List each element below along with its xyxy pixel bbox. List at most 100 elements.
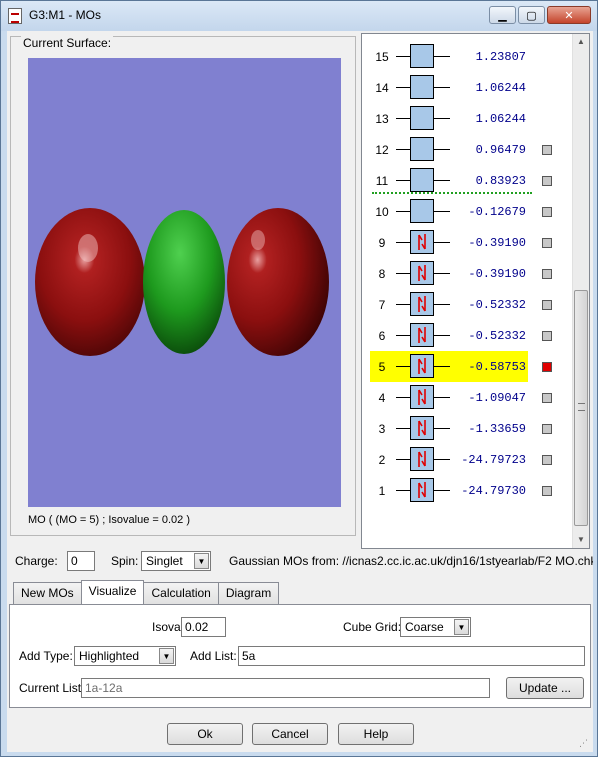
mo-energy-list[interactable]: 15 1.23807 14 1.06244 13 1.06244 12 0.96479 11 0.… bbox=[361, 33, 590, 549]
visualize-panel: Isovalue: 0.02 Cube Grid: Coarse ▼ Add T… bbox=[9, 604, 591, 708]
scroll-up-icon[interactable]: ▲ bbox=[573, 34, 589, 50]
app-icon bbox=[8, 8, 22, 24]
add-type-label: Add Type: bbox=[19, 649, 73, 663]
virtual-orbital-box[interactable] bbox=[410, 137, 434, 161]
mo-energy: -1.09047 bbox=[468, 391, 526, 405]
mo-row[interactable]: 1 -24.79730 bbox=[362, 475, 574, 506]
mo-row[interactable]: 4 -1.09047 bbox=[362, 382, 574, 413]
virtual-orbital-box[interactable] bbox=[410, 75, 434, 99]
mo-row[interactable]: 6 -0.52332 bbox=[362, 320, 574, 351]
mo-row[interactable]: 10 -0.12679 bbox=[362, 196, 574, 227]
isovalue-input[interactable]: 0.02 bbox=[181, 617, 226, 637]
minimize-button[interactable]: ▁ bbox=[489, 6, 516, 24]
mo-row[interactable]: 8 -0.39190 bbox=[362, 258, 574, 289]
tab-visualize[interactable]: Visualize bbox=[80, 580, 145, 604]
level-line bbox=[396, 459, 410, 460]
tab-new-mos[interactable]: New MOs bbox=[13, 582, 82, 604]
mo-select-checkbox[interactable] bbox=[542, 362, 552, 372]
mo-index: 9 bbox=[378, 236, 386, 250]
surface-caption: MO ( (MO = 5) ; Isovalue = 0.02 ) bbox=[28, 514, 190, 526]
cube-grid-value: Coarse bbox=[405, 620, 444, 634]
level-line bbox=[396, 428, 410, 429]
virtual-orbital-box[interactable] bbox=[410, 106, 434, 130]
mo-select-checkbox[interactable] bbox=[542, 486, 552, 496]
mo-energy: 0.83923 bbox=[475, 174, 526, 188]
occupied-orbital-box[interactable] bbox=[410, 292, 434, 316]
resize-grip-icon[interactable]: ⋰ bbox=[579, 738, 589, 748]
mo-select-checkbox[interactable] bbox=[542, 300, 552, 310]
mo-select-checkbox[interactable] bbox=[542, 424, 552, 434]
tab-calculation[interactable]: Calculation bbox=[143, 582, 219, 604]
level-line bbox=[434, 335, 450, 336]
window-controls: ▁ ▢ ✕ bbox=[489, 6, 591, 24]
mo-select-checkbox[interactable] bbox=[542, 176, 552, 186]
occupied-orbital-box[interactable] bbox=[410, 385, 434, 409]
mo-row[interactable]: 15 1.23807 bbox=[362, 41, 574, 72]
mo-row[interactable]: 5 -0.58753 bbox=[370, 351, 552, 382]
center-lobe bbox=[143, 210, 225, 354]
homo-lumo-separator bbox=[372, 192, 532, 194]
mo-row[interactable]: 13 1.06244 bbox=[362, 103, 574, 134]
mo-row[interactable]: 14 1.06244 bbox=[362, 72, 574, 103]
scroll-down-icon[interactable]: ▼ bbox=[573, 532, 589, 548]
occupied-orbital-box[interactable] bbox=[410, 354, 434, 378]
mo-energy: -1.33659 bbox=[468, 422, 526, 436]
scroll-thumb[interactable] bbox=[574, 290, 588, 526]
mo-index: 6 bbox=[378, 329, 386, 343]
mo-energy: 0.96479 bbox=[475, 143, 526, 157]
mo-row[interactable]: 2 -24.79723 bbox=[362, 444, 574, 475]
mo-select-checkbox[interactable] bbox=[542, 145, 552, 155]
mo-row[interactable]: 7 -0.52332 bbox=[362, 289, 574, 320]
mo-select-checkbox[interactable] bbox=[542, 455, 552, 465]
title-bar[interactable]: G3:M1 - MOs ▁ ▢ ✕ bbox=[1, 1, 597, 31]
mo-row[interactable]: 9 -0.39190 bbox=[362, 227, 574, 258]
virtual-orbital-box[interactable] bbox=[410, 168, 434, 192]
close-button[interactable]: ✕ bbox=[547, 6, 591, 24]
level-line bbox=[396, 149, 410, 150]
mo-energy: -0.52332 bbox=[468, 298, 526, 312]
mo-index: 10 bbox=[375, 205, 389, 219]
occupied-orbital-box[interactable] bbox=[410, 323, 434, 347]
cancel-button[interactable]: Cancel bbox=[252, 723, 328, 745]
spin-label: Spin: bbox=[111, 554, 139, 568]
dialog-client: Current Surface: MO ((MO = 5) ; Isovalu… bbox=[7, 31, 593, 752]
mo-index: 15 bbox=[375, 50, 389, 64]
level-line bbox=[396, 118, 410, 119]
maximize-button[interactable]: ▢ bbox=[518, 6, 545, 24]
mo-row[interactable]: 12 0.96479 bbox=[362, 134, 574, 165]
mo-select-checkbox[interactable] bbox=[542, 207, 552, 217]
occupied-orbital-box[interactable] bbox=[410, 478, 434, 502]
mo-select-checkbox[interactable] bbox=[542, 393, 552, 403]
tab-diagram[interactable]: Diagram bbox=[217, 582, 280, 604]
mo-select-checkbox[interactable] bbox=[542, 331, 552, 341]
spin-select[interactable]: Singlet ▼ bbox=[141, 551, 211, 571]
help-button[interactable]: Help bbox=[338, 723, 414, 745]
mo-select-checkbox[interactable] bbox=[542, 238, 552, 248]
spin-pair-icon bbox=[418, 234, 426, 250]
virtual-orbital-box[interactable] bbox=[410, 199, 434, 223]
mo-list-scrollbar[interactable]: ▲ ▼ bbox=[572, 34, 589, 548]
add-type-select[interactable]: Highlighted ▼ bbox=[74, 646, 176, 666]
level-line bbox=[434, 180, 450, 181]
surface-viewport[interactable] bbox=[28, 58, 341, 507]
charge-input[interactable]: 0 bbox=[67, 551, 95, 571]
mo-row[interactable]: 3 -1.33659 bbox=[362, 413, 574, 444]
mo-index: 12 bbox=[375, 143, 389, 157]
spin-pair-icon bbox=[418, 451, 426, 467]
mo-index: 1 bbox=[378, 484, 386, 498]
ok-button[interactable]: Ok bbox=[167, 723, 243, 745]
mo-energy: -0.39190 bbox=[468, 267, 526, 281]
occupied-orbital-box[interactable] bbox=[410, 230, 434, 254]
cube-grid-select[interactable]: Coarse ▼ bbox=[400, 617, 471, 637]
update-button[interactable]: Update ... bbox=[506, 677, 584, 699]
virtual-orbital-box[interactable] bbox=[410, 44, 434, 68]
occupied-orbital-box[interactable] bbox=[410, 447, 434, 471]
mo-energy: 1.06244 bbox=[475, 112, 526, 126]
spin-pair-icon bbox=[418, 296, 426, 312]
mo-select-checkbox[interactable] bbox=[542, 269, 552, 279]
add-list-input[interactable]: 5a bbox=[238, 646, 585, 666]
orbital-render bbox=[35, 208, 329, 356]
occupied-orbital-box[interactable] bbox=[410, 261, 434, 285]
level-line bbox=[396, 211, 410, 212]
occupied-orbital-box[interactable] bbox=[410, 416, 434, 440]
